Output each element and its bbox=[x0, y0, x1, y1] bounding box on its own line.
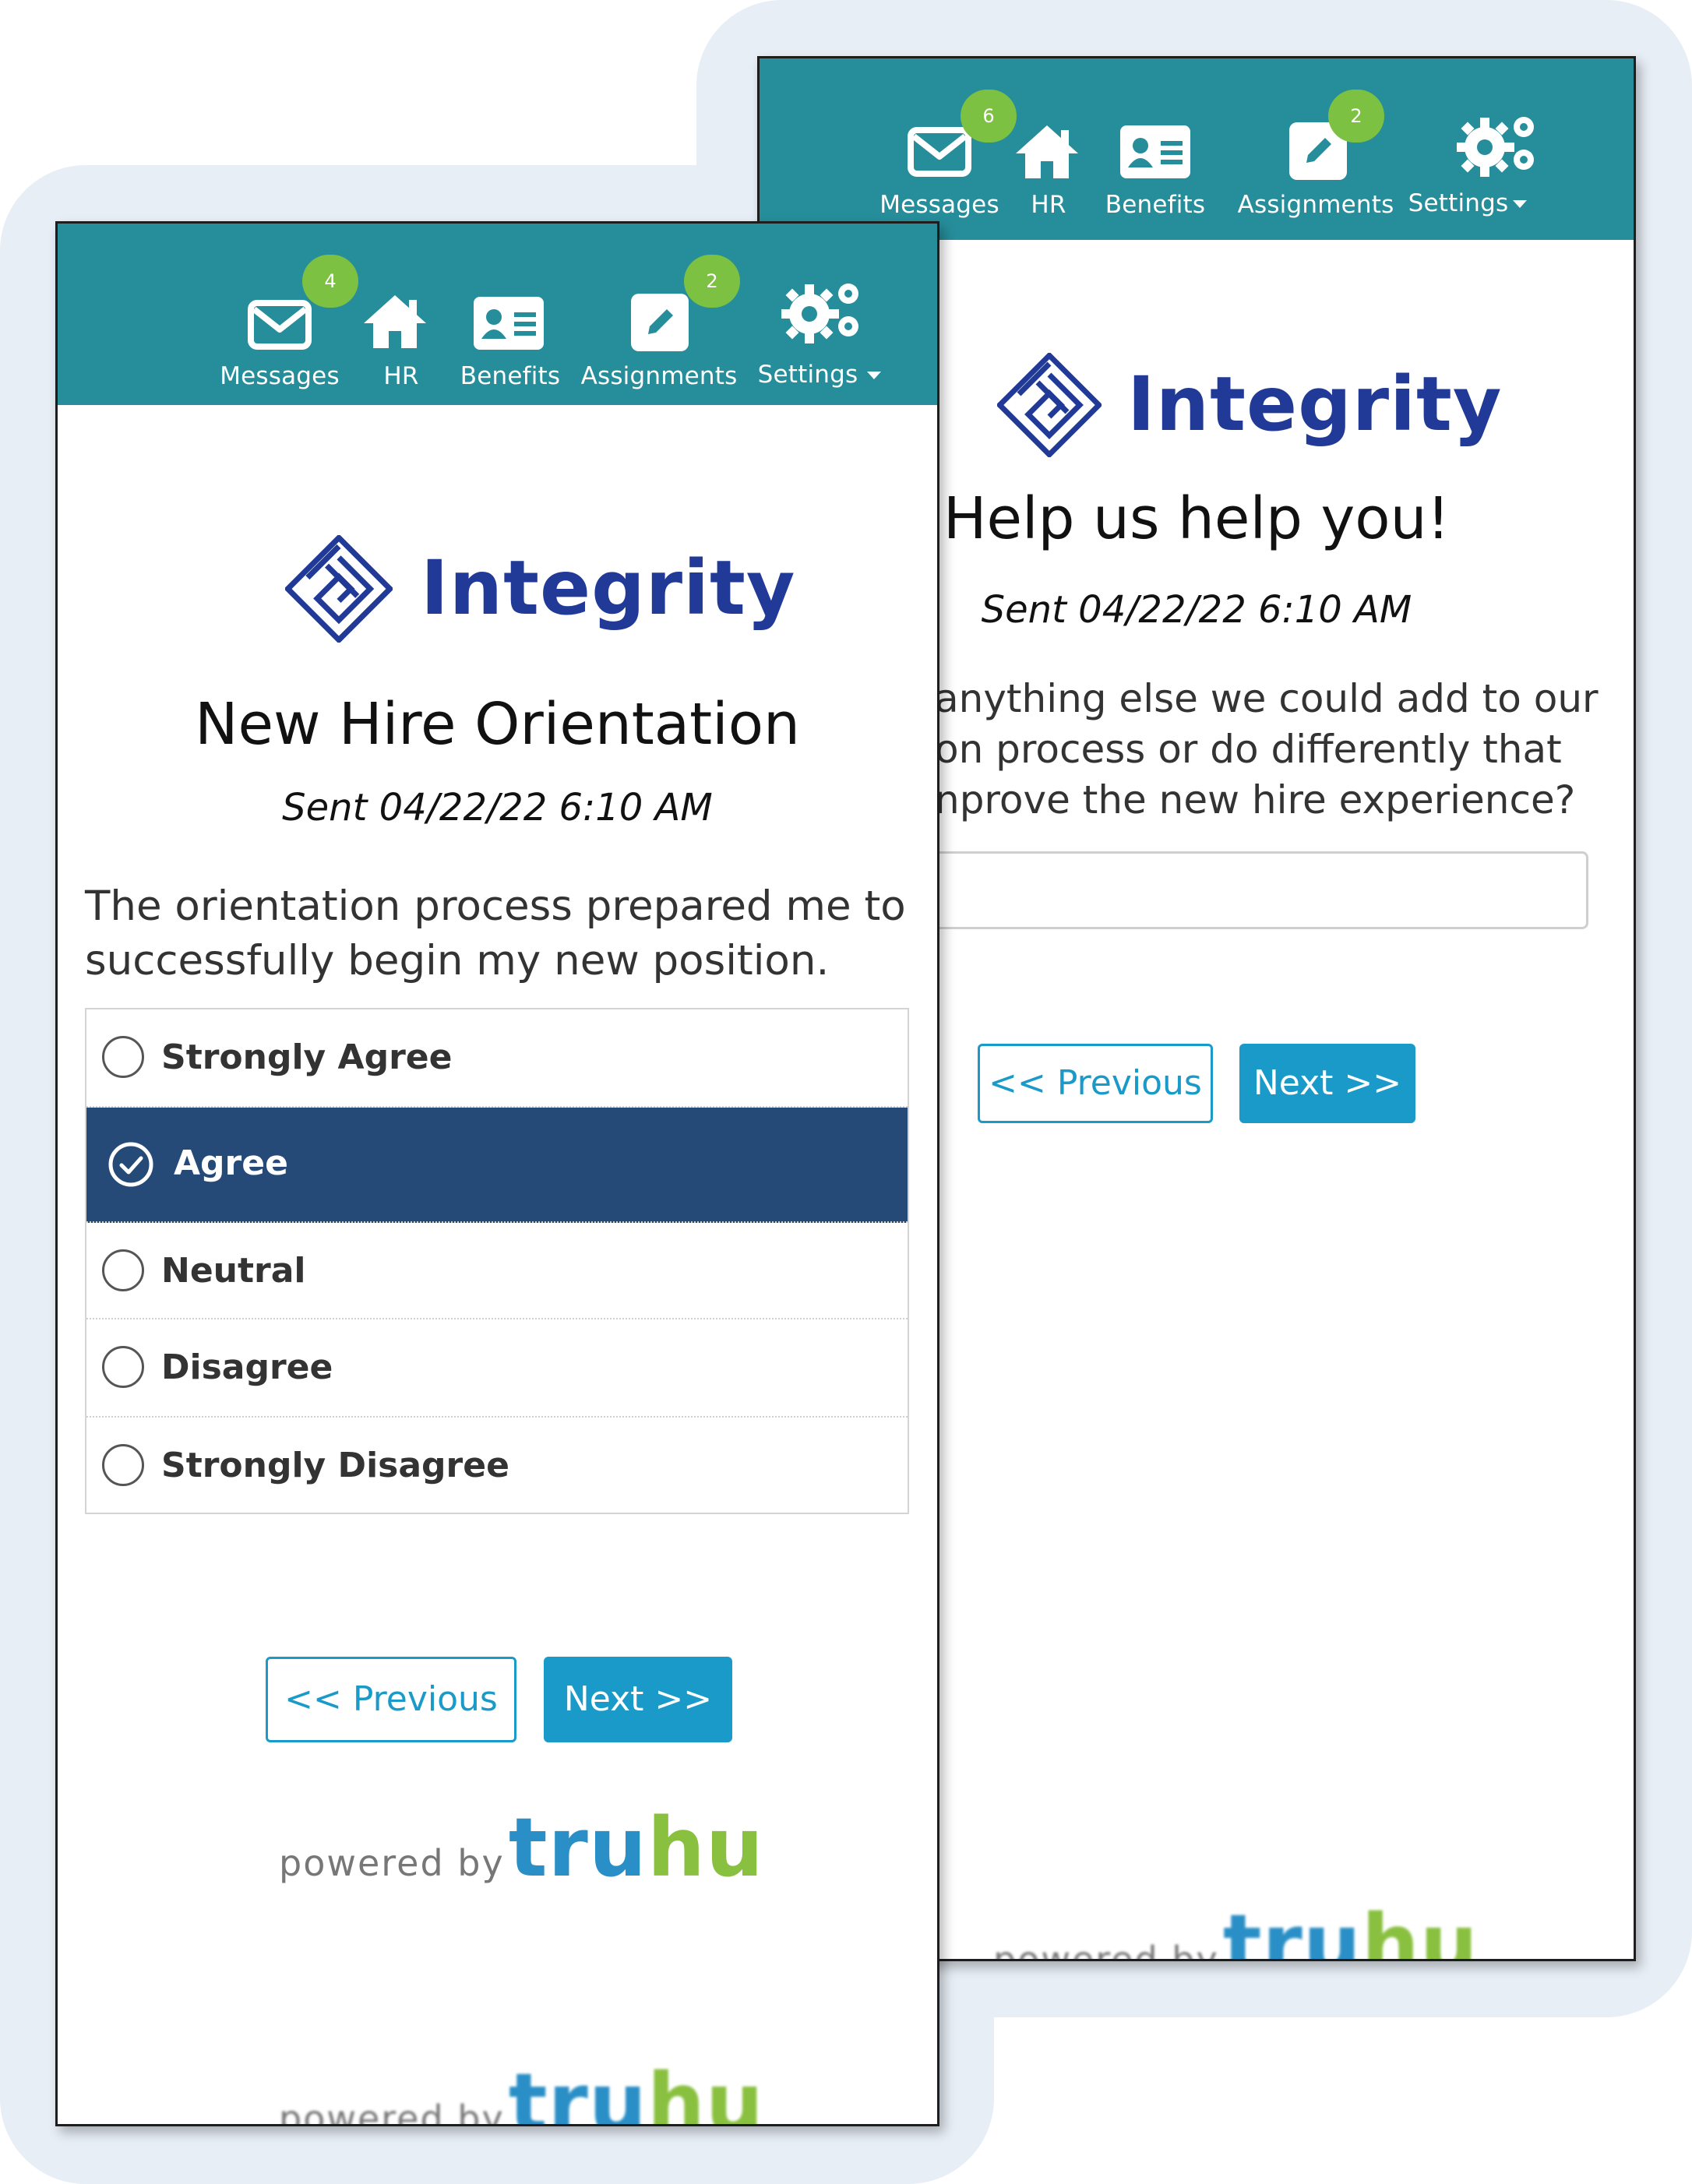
brand-hu: hu bbox=[1361, 1897, 1479, 1961]
option-label: Agree bbox=[174, 1143, 288, 1183]
nav-benefits[interactable]: Benefits bbox=[1105, 58, 1207, 240]
caret-down-icon bbox=[867, 372, 881, 379]
previous-button[interactable]: << Previous bbox=[266, 1657, 516, 1742]
question-text: The orientation process prepared me to s… bbox=[85, 882, 906, 985]
id-card-icon bbox=[474, 297, 544, 350]
powered-by-truhu-duplicate: powered by truhu bbox=[279, 2055, 764, 2126]
radio-unchecked-icon[interactable] bbox=[102, 1249, 144, 1291]
hr-label: HR bbox=[1031, 191, 1066, 219]
assignments-label: Assignments bbox=[580, 362, 738, 390]
gears-icon bbox=[781, 284, 858, 343]
option-agree[interactable]: Agree bbox=[86, 1108, 908, 1223]
option-neutral[interactable]: Neutral bbox=[86, 1223, 908, 1319]
radio-unchecked-icon[interactable] bbox=[102, 1444, 144, 1486]
nav-assignments[interactable]: 2 Assignments bbox=[1227, 58, 1394, 240]
settings-label: Settings bbox=[1408, 189, 1509, 217]
option-strongly-disagree[interactable]: Strongly Disagree bbox=[86, 1418, 908, 1514]
powered-by-truhu: powered by truhu bbox=[993, 1897, 1479, 1961]
previous-button[interactable]: << Previous bbox=[978, 1044, 1213, 1123]
powered-by-text: powered by bbox=[993, 1939, 1219, 1961]
messages-label: Messages bbox=[220, 362, 340, 390]
assignments-label: Assignments bbox=[1237, 191, 1394, 219]
envelope-icon bbox=[248, 300, 312, 350]
option-label: Disagree bbox=[161, 1347, 333, 1387]
integrity-wordmark: Integrity bbox=[421, 544, 796, 632]
benefits-label: Benefits bbox=[460, 362, 561, 390]
nav-hr[interactable]: HR bbox=[1005, 58, 1083, 240]
home-icon bbox=[1016, 125, 1078, 178]
front-phone-screen: 4 Messages HR Benefits 2 Assignments Set… bbox=[55, 221, 939, 2126]
option-label: Strongly Disagree bbox=[161, 1446, 509, 1485]
nav-benefits[interactable]: Benefits bbox=[460, 224, 564, 405]
assignments-badge: 2 bbox=[1328, 90, 1384, 143]
envelope-icon bbox=[908, 127, 971, 177]
brand-hu: hu bbox=[647, 1800, 764, 1895]
answer-textbox[interactable] bbox=[931, 851, 1588, 929]
question-line: on process or do differently that bbox=[935, 727, 1562, 772]
pencil-icon bbox=[631, 294, 689, 351]
gears-icon bbox=[1457, 117, 1534, 177]
brand-tru: tru bbox=[508, 2055, 647, 2126]
option-label: Strongly Agree bbox=[161, 1037, 453, 1077]
messages-badge: 4 bbox=[302, 255, 358, 308]
nav-hr[interactable]: HR bbox=[358, 224, 435, 405]
nav-settings[interactable]: Settings bbox=[1394, 58, 1550, 240]
next-button[interactable]: Next >> bbox=[544, 1657, 732, 1742]
brand-tru: tru bbox=[1222, 1897, 1362, 1961]
home-icon bbox=[364, 295, 426, 348]
answer-options: Strongly Agree Agree Neutral Disagree St… bbox=[85, 1008, 909, 1514]
sent-timestamp: Sent 04/22/22 6:10 AM bbox=[282, 786, 713, 830]
powered-by-truhu: powered by truhu bbox=[279, 1800, 764, 1895]
assignments-badge: 2 bbox=[684, 255, 740, 308]
option-strongly-agree[interactable]: Strongly Agree bbox=[86, 1009, 908, 1108]
integrity-logo bbox=[997, 353, 1102, 457]
hr-label: HR bbox=[383, 362, 419, 390]
caret-down-icon bbox=[1513, 200, 1527, 208]
nav-messages[interactable]: 4 Messages bbox=[159, 224, 358, 405]
option-label: Neutral bbox=[161, 1251, 306, 1291]
settings-label: Settings bbox=[757, 361, 858, 389]
nav-assignments[interactable]: 2 Assignments bbox=[580, 224, 743, 405]
benefits-label: Benefits bbox=[1105, 191, 1206, 219]
brand-hu: hu bbox=[647, 2055, 764, 2126]
page-title: New Hire Orientation bbox=[195, 691, 800, 758]
check-circle-icon[interactable] bbox=[108, 1142, 153, 1187]
messages-label: Messages bbox=[879, 191, 999, 219]
powered-by-text: powered by bbox=[279, 2098, 505, 2126]
question-text: anything else we could add to our on pro… bbox=[935, 674, 1634, 826]
id-card-icon bbox=[1120, 125, 1190, 178]
integrity-wordmark: Integrity bbox=[1127, 361, 1503, 448]
question-line: anything else we could add to our bbox=[935, 676, 1599, 721]
radio-unchecked-icon[interactable] bbox=[102, 1036, 144, 1078]
powered-by-text: powered by bbox=[279, 1842, 505, 1884]
option-disagree[interactable]: Disagree bbox=[86, 1319, 908, 1418]
integrity-logo bbox=[285, 535, 393, 643]
next-button[interactable]: Next >> bbox=[1239, 1044, 1415, 1123]
question-line: nprove the new hire experience? bbox=[935, 777, 1576, 823]
brand-tru: tru bbox=[508, 1800, 647, 1895]
nav-settings[interactable]: Settings bbox=[747, 224, 903, 405]
radio-unchecked-icon[interactable] bbox=[102, 1346, 144, 1388]
